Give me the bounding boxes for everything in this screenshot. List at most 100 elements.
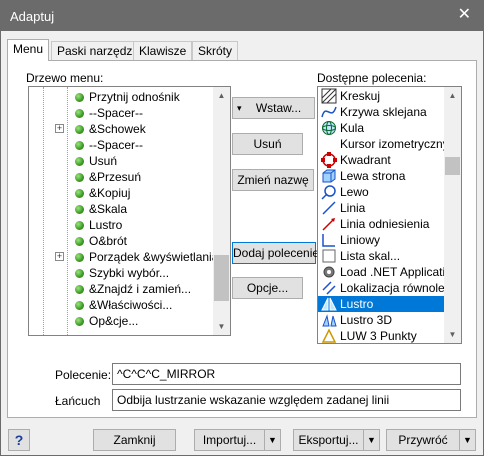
- tree-item-label: Lustro: [89, 218, 123, 232]
- scroll-thumb[interactable]: [445, 157, 460, 175]
- command-label: Linia: [340, 201, 366, 215]
- scroll-thumb[interactable]: [214, 255, 229, 301]
- scroll-up-icon[interactable]: ▲: [213, 87, 230, 104]
- command-item[interactable]: Lewa strona: [318, 168, 445, 184]
- tree-item-label: &Właściwości...: [89, 298, 173, 312]
- help-button[interactable]: ?: [8, 429, 30, 451]
- restore-button[interactable]: Przywróć ▼: [386, 429, 476, 451]
- tab-panel: Drzewo menu: Przytnij odnośnik --Spacer-…: [7, 60, 477, 418]
- command-label: LUW 3 Punkty: [340, 329, 417, 343]
- menu-item-icon: [75, 125, 84, 134]
- expand-icon[interactable]: +: [55, 252, 64, 261]
- tab-skroty[interactable]: Skróty: [192, 41, 239, 60]
- scroll-down-icon[interactable]: ▼: [444, 326, 461, 343]
- rename-button[interactable]: Zmień nazwę: [232, 169, 314, 191]
- menu-item-icon: [75, 109, 84, 118]
- menu-item-icon: [75, 253, 84, 262]
- command-label: Kula: [340, 121, 365, 135]
- menu-item-icon: [75, 189, 84, 198]
- command-item[interactable]: Kursor izometryczny: [318, 136, 449, 152]
- ucs3p-icon: [321, 328, 337, 343]
- command-item[interactable]: LUW 3 Punkty: [318, 328, 445, 343]
- scroll-down-icon[interactable]: ▼: [213, 318, 230, 335]
- expand-icon[interactable]: +: [55, 124, 64, 133]
- tree-item-label: Szybki wybór...: [89, 266, 170, 280]
- import-button-label: Importuj...: [202, 433, 257, 447]
- insert-button[interactable]: ▾ Wstaw...: [232, 97, 315, 119]
- command-label: Kwadrant: [340, 153, 391, 167]
- commands-scrollbar[interactable]: ▲ ▼: [444, 87, 461, 343]
- command-label: Lokalizacja równoległa: [340, 281, 461, 295]
- command-label: Kursor izometryczny: [340, 137, 449, 151]
- command-field[interactable]: ^C^C^C_MIRROR: [112, 363, 461, 385]
- menu-item-icon: [75, 173, 84, 182]
- command-item[interactable]: Lista skal...: [318, 248, 445, 264]
- tree-item-label: &Kopiuj: [89, 186, 131, 200]
- export-button-label: Eksportuj...: [298, 433, 359, 447]
- tree-item-label: --Spacer--: [89, 138, 144, 152]
- command-item[interactable]: Linia: [318, 200, 445, 216]
- left-icon: [321, 185, 336, 200]
- tree-item-label: Op&cje...: [89, 314, 139, 328]
- menu-item-icon: [75, 93, 84, 102]
- export-button[interactable]: Eksportuj... ▼: [293, 429, 380, 451]
- commands-list[interactable]: Kreskuj Krzywa sklejana Kula Kursor izom…: [317, 86, 462, 344]
- tree-item-label: Porządek &wyświetlania...: [89, 250, 229, 264]
- spline-icon: [321, 106, 337, 118]
- tree-scrollbar[interactable]: ▲ ▼: [213, 87, 230, 335]
- options-button[interactable]: Opcje...: [232, 277, 303, 299]
- command-label: Lewa strona: [340, 169, 406, 183]
- command-label: Krzywa sklejana: [340, 105, 427, 119]
- tab-menu[interactable]: Menu: [7, 39, 50, 61]
- menu-item-icon: [75, 205, 84, 214]
- chevron-down-icon[interactable]: ▼: [459, 430, 475, 450]
- tree-item-label: --Spacer--: [89, 106, 144, 120]
- menu-item-icon: [75, 157, 84, 166]
- chevron-down-icon: ▾: [237, 103, 242, 113]
- command-item[interactable]: Lewo: [318, 184, 445, 200]
- command-item[interactable]: Krzywa sklejana: [318, 104, 445, 120]
- tree-guide: [67, 87, 68, 335]
- sphere-icon: [322, 121, 336, 135]
- command-label: Liniowy: [340, 233, 381, 247]
- command-item[interactable]: Kula: [318, 120, 445, 136]
- command-item[interactable]: Load .NET Application: [318, 264, 459, 280]
- menu-item-icon: [75, 301, 84, 310]
- close-icon[interactable]: ✕: [458, 7, 471, 23]
- restore-button-label: Przywróć: [398, 433, 448, 447]
- command-item[interactable]: Liniowy: [318, 232, 445, 248]
- command-item[interactable]: Kwadrant: [318, 152, 445, 168]
- leader-icon: [322, 218, 335, 231]
- quadrant-icon: [321, 152, 337, 168]
- command-item[interactable]: Kreskuj: [318, 88, 445, 104]
- command-item[interactable]: Lokalizacja równoległa: [318, 280, 461, 296]
- insert-button-label: Wstaw...: [255, 101, 302, 115]
- command-label: Load .NET Application: [340, 265, 459, 279]
- tree-item-label: O&brót: [89, 234, 128, 248]
- delete-button[interactable]: Usuń: [232, 133, 303, 155]
- menu-item-icon: [75, 285, 84, 294]
- tree-item-label: &Znajdź i zamień...: [89, 282, 192, 296]
- close-button[interactable]: Zamknij: [93, 429, 176, 451]
- tooltip-field[interactable]: Odbija lustrzanie wskazanie względem zad…: [112, 389, 461, 411]
- command-item[interactable]: Linia odniesienia: [318, 216, 445, 232]
- tab-paski-narzedzi[interactable]: Paski narzędzi: [51, 41, 142, 60]
- command-item-selected[interactable]: Lustro: [318, 296, 445, 312]
- tooltip-field-label: Łańcuch: [55, 394, 101, 408]
- tree-guide: [43, 87, 44, 335]
- scroll-up-icon[interactable]: ▲: [444, 87, 461, 104]
- command-field-label: Polecenie:: [55, 368, 112, 382]
- left-view-icon: [322, 169, 336, 183]
- window-title: Adaptuj: [10, 9, 55, 24]
- chevron-down-icon[interactable]: ▼: [264, 430, 280, 450]
- menu-tree[interactable]: Przytnij odnośnik --Spacer-- + &Schowek -…: [28, 86, 231, 336]
- command-label: Lewo: [340, 185, 369, 199]
- import-button[interactable]: Importuj... ▼: [194, 429, 281, 451]
- commands-label: Dostępne polecenia:: [317, 71, 427, 85]
- chevron-down-icon[interactable]: ▼: [363, 430, 379, 450]
- command-label: Lista skal...: [340, 249, 401, 263]
- add-command-button[interactable]: Dodaj polecenie: [232, 242, 319, 264]
- tab-klawisze[interactable]: Klawisze: [133, 41, 193, 60]
- command-label: Lustro 3D: [340, 313, 393, 327]
- command-item[interactable]: Lustro 3D: [318, 312, 445, 328]
